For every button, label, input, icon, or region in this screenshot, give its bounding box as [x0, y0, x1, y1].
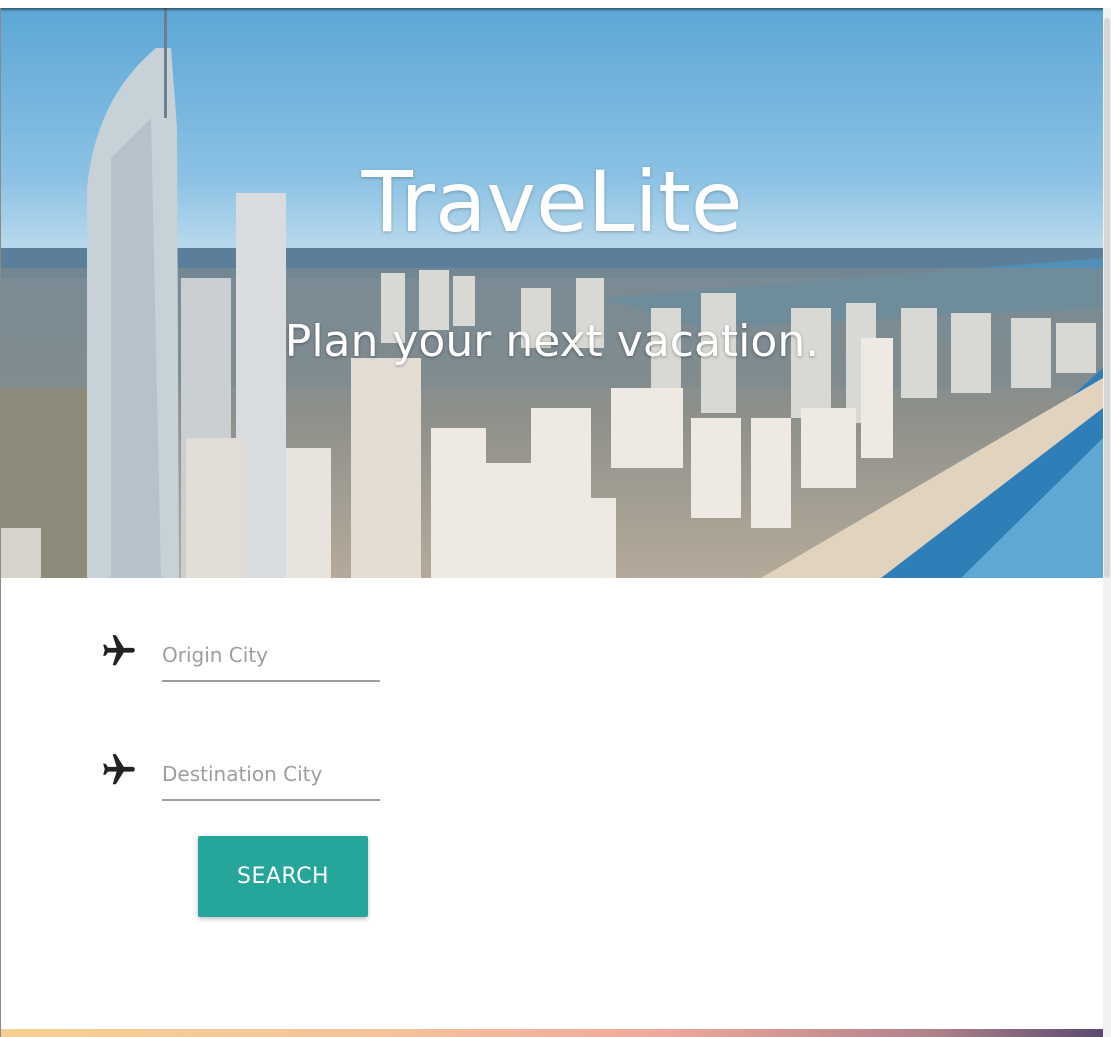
city-skyline-image	[1, 8, 1103, 578]
scrollbar[interactable]	[1103, 8, 1111, 1037]
hero-title: TraveLite	[361, 153, 743, 251]
hero-banner: TraveLite Plan your next vacation.	[1, 8, 1103, 578]
destination-city-field	[162, 751, 380, 801]
window-edge	[0, 8, 1, 1037]
scrollbar-thumb[interactable]	[1104, 18, 1110, 578]
airplane-icon	[103, 635, 135, 666]
airplane-icon	[103, 754, 135, 785]
origin-city-input[interactable]	[162, 632, 380, 678]
top-shadow-bar	[0, 0, 1111, 8]
origin-row	[100, 632, 400, 692]
search-button[interactable]: SEARCH	[198, 836, 368, 917]
hero-subtitle: Plan your next vacation.	[284, 316, 820, 367]
origin-city-field	[162, 632, 380, 682]
footer-gradient-strip	[1, 1029, 1103, 1037]
destination-city-input[interactable]	[162, 751, 380, 797]
destination-row	[100, 751, 400, 811]
